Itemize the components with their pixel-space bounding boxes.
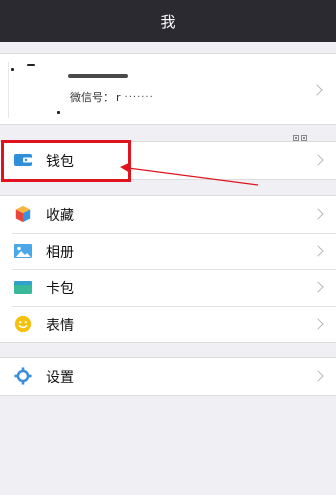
settings-group: 设置 <box>0 357 336 396</box>
favorites-cube-icon <box>15 205 31 223</box>
chevron-right-icon <box>312 317 324 330</box>
page-title: 我 <box>160 12 176 31</box>
chevron-right-icon <box>312 244 324 257</box>
wechat-id-label: 微信号： <box>70 91 114 104</box>
profile-chevron-icon <box>311 84 323 96</box>
avatar[interactable] <box>8 62 68 118</box>
menu-item-label: 收藏 <box>46 208 74 224</box>
menu-item-favorites[interactable]: 收藏 <box>0 196 336 233</box>
wechat-id-value: r <box>116 90 121 104</box>
menu-item-label: 设置 <box>46 370 74 386</box>
features-group: 收藏 相册 卡包 表情 <box>0 195 336 343</box>
title-bar: 我 <box>0 0 336 42</box>
chevron-right-icon <box>312 154 324 166</box>
profile-card[interactable] <box>0 53 336 149</box>
chevron-right-icon <box>312 281 324 293</box>
settings-gear-icon <box>14 367 32 385</box>
menu-item-label: 卡包 <box>46 281 74 297</box>
card-pack-icon <box>14 281 32 294</box>
chevron-right-icon <box>312 370 324 382</box>
wechat-id-masked: ······· <box>124 91 154 103</box>
menu-item-settings[interactable]: 设置 <box>0 358 336 395</box>
menu-item-emoji[interactable]: 表情 <box>0 305 336 343</box>
profile-name-redacted <box>68 74 128 78</box>
emoji-face-icon <box>14 315 32 332</box>
menu-item-label: 相册 <box>46 244 74 261</box>
wechat-id: 微信号： r ······· <box>70 89 154 105</box>
avatar-dot <box>27 64 35 66</box>
annotation-highlight-box <box>1 140 131 182</box>
menu-item-card-pack[interactable]: 卡包 <box>0 269 336 306</box>
avatar-dot <box>11 68 14 71</box>
avatar-dot <box>57 111 60 114</box>
menu-item-album[interactable]: 相册 <box>0 232 336 270</box>
chevron-right-icon <box>312 208 324 220</box>
album-picture-icon <box>14 243 32 258</box>
menu-item-label: 表情 <box>46 317 74 334</box>
